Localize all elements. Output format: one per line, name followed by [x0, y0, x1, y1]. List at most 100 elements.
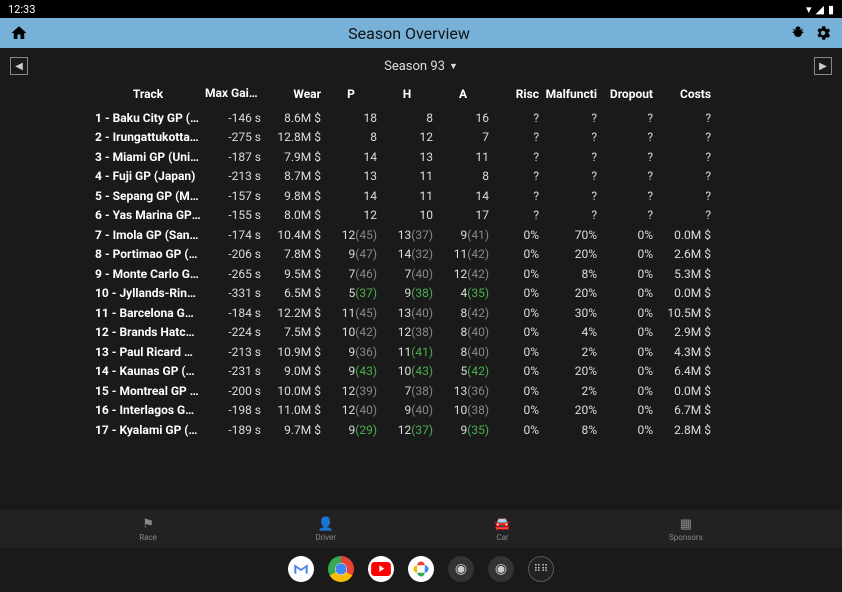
cell-costs: 2.9M $ [657, 325, 715, 339]
cell-maxgain: -265 s [205, 267, 265, 281]
cell-maxgain: -187 s [205, 150, 265, 164]
cell-malf: 20% [543, 247, 601, 261]
table-row[interactable]: 5 - Sepang GP (Ma...-157 s9.8M $141114??… [95, 186, 757, 206]
cell-maxgain: -174 s [205, 228, 265, 242]
cell-risc: 0% [493, 286, 543, 300]
cell-maxgain: -184 s [205, 306, 265, 320]
col-costs: Costs [657, 87, 715, 101]
col-maxgain[interactable]: Max Gain ? [205, 86, 265, 102]
app-drawer-icon[interactable]: ⠿⠿ [528, 556, 554, 582]
gmail-icon[interactable] [288, 556, 314, 582]
cell-costs: 0.0M $ [657, 286, 715, 300]
table-row[interactable]: 6 - Yas Marina GP ...-155 s8.0M $121017?… [95, 206, 757, 226]
cell-a: 7 [437, 130, 493, 144]
nav-label: Car [496, 533, 508, 542]
gear-icon[interactable] [814, 24, 832, 42]
cell-dropout: ? [601, 150, 657, 164]
cell-h: 12(38) [381, 325, 437, 339]
cell-costs: 2.8M $ [657, 423, 715, 437]
nav-car[interactable]: 🚘 Car [494, 517, 510, 542]
cell-a: 16 [437, 111, 493, 125]
cell-malf: 8% [543, 423, 601, 437]
chrome-icon[interactable] [328, 556, 354, 582]
table-row[interactable]: 15 - Montreal GP (...-200 s10.0M $12(39)… [95, 381, 757, 401]
cell-wear: 12.2M $ [265, 306, 325, 320]
cell-p: 11(45) [325, 306, 381, 320]
cell-wear: 8.6M $ [265, 111, 325, 125]
table-row[interactable]: 7 - Imola GP (San ...-174 s10.4M $12(45)… [95, 225, 757, 245]
table-row[interactable]: 8 - Portimao GP (P...-206 s7.8M $9(47)14… [95, 245, 757, 265]
cell-malf: ? [543, 150, 601, 164]
cell-h: 11(41) [381, 345, 437, 359]
table-row[interactable]: 16 - Interlagos GP ...-198 s11.0M $12(40… [95, 401, 757, 421]
cell-maxgain: -146 s [205, 111, 265, 125]
table-row[interactable]: 17 - Kyalami GP (S...-189 s9.7M $9(29)12… [95, 420, 757, 440]
cell-costs: ? [657, 189, 715, 203]
cell-p: 18 [325, 111, 381, 125]
cell-track: 4 - Fuji GP (Japan) [95, 169, 205, 183]
bug-icon[interactable] [790, 25, 806, 41]
nav-sponsors[interactable]: ▦ Sponsors [669, 517, 703, 542]
cell-h: 13(37) [381, 228, 437, 242]
prev-season-button[interactable]: ◀ [10, 57, 28, 75]
home-icon[interactable] [10, 24, 28, 42]
status-time: 12:33 [8, 3, 35, 16]
table-row[interactable]: 14 - Kaunas GP (Li...-231 s9.0M $9(43)10… [95, 362, 757, 382]
cell-risc: ? [493, 130, 543, 144]
col-malf: Malfuncti [543, 87, 601, 101]
cell-track: 15 - Montreal GP (... [95, 384, 205, 398]
cell-p: 12(40) [325, 403, 381, 417]
next-season-button[interactable]: ▶ [814, 57, 832, 75]
cell-dropout: 0% [601, 247, 657, 261]
cell-h: 13(40) [381, 306, 437, 320]
nav-label: Race [139, 533, 157, 542]
table-row[interactable]: 4 - Fuji GP (Japan)-213 s8.7M $13118???? [95, 167, 757, 187]
cell-a: 5(42) [437, 364, 493, 378]
cell-track: 6 - Yas Marina GP ... [95, 208, 205, 222]
cell-costs: 6.4M $ [657, 364, 715, 378]
cell-p: 9(36) [325, 345, 381, 359]
cell-dropout: 0% [601, 267, 657, 281]
cell-p: 9(47) [325, 247, 381, 261]
table-row[interactable]: 3 - Miami GP (Unit...-187 s7.9M $141311?… [95, 147, 757, 167]
cell-wear: 9.8M $ [265, 189, 325, 203]
cell-maxgain: -224 s [205, 325, 265, 339]
table-row[interactable]: 2 - Irungattukottai ...-275 s12.8M $8127… [95, 128, 757, 148]
cell-costs: ? [657, 208, 715, 222]
table-row[interactable]: 13 - Paul Ricard G...-213 s10.9M $9(36)1… [95, 342, 757, 362]
nav-race[interactable]: ⚑ Race [139, 517, 157, 542]
app-icon-2[interactable]: ◉ [488, 556, 514, 582]
cell-malf: 20% [543, 364, 601, 378]
cell-h: 13 [381, 150, 437, 164]
table-row[interactable]: 9 - Monte Carlo GP...-265 s9.5M $7(46)7(… [95, 264, 757, 284]
cell-malf: 2% [543, 384, 601, 398]
cell-wear: 9.5M $ [265, 267, 325, 281]
table-row[interactable]: 1 - Baku City GP (A...-146 s8.6M $18816?… [95, 108, 757, 128]
photos-icon[interactable] [408, 556, 434, 582]
cell-costs: ? [657, 111, 715, 125]
cell-h: 11 [381, 169, 437, 183]
youtube-icon[interactable] [368, 556, 394, 582]
table-row[interactable]: 11 - Barcelona GP ...-184 s12.2M $11(45)… [95, 303, 757, 323]
cell-dropout: ? [601, 189, 657, 203]
cell-malf: 30% [543, 306, 601, 320]
car-icon: 🚘 [494, 517, 510, 532]
cell-h: 7(40) [381, 267, 437, 281]
nav-driver[interactable]: 👤 Driver [315, 517, 336, 542]
table-row[interactable]: 10 - Jyllands-Ring...-331 s6.5M $5(37)9(… [95, 284, 757, 304]
cell-malf: ? [543, 189, 601, 203]
cell-costs: ? [657, 169, 715, 183]
cell-costs: ? [657, 150, 715, 164]
cell-a: 12(42) [437, 267, 493, 281]
battery-icon: ▮ [828, 3, 834, 16]
season-dropdown[interactable]: Season 93 ▼ [384, 59, 458, 74]
cell-malf: ? [543, 208, 601, 222]
cell-track: 10 - Jyllands-Ring... [95, 286, 205, 300]
cell-malf: ? [543, 111, 601, 125]
cell-dropout: 0% [601, 306, 657, 320]
table-row[interactable]: 12 - Brands Hatch ...-224 s7.5M $10(42)1… [95, 323, 757, 343]
cell-dropout: ? [601, 208, 657, 222]
cell-wear: 11.0M $ [265, 403, 325, 417]
cell-wear: 7.8M $ [265, 247, 325, 261]
app-icon-1[interactable]: ◉ [448, 556, 474, 582]
